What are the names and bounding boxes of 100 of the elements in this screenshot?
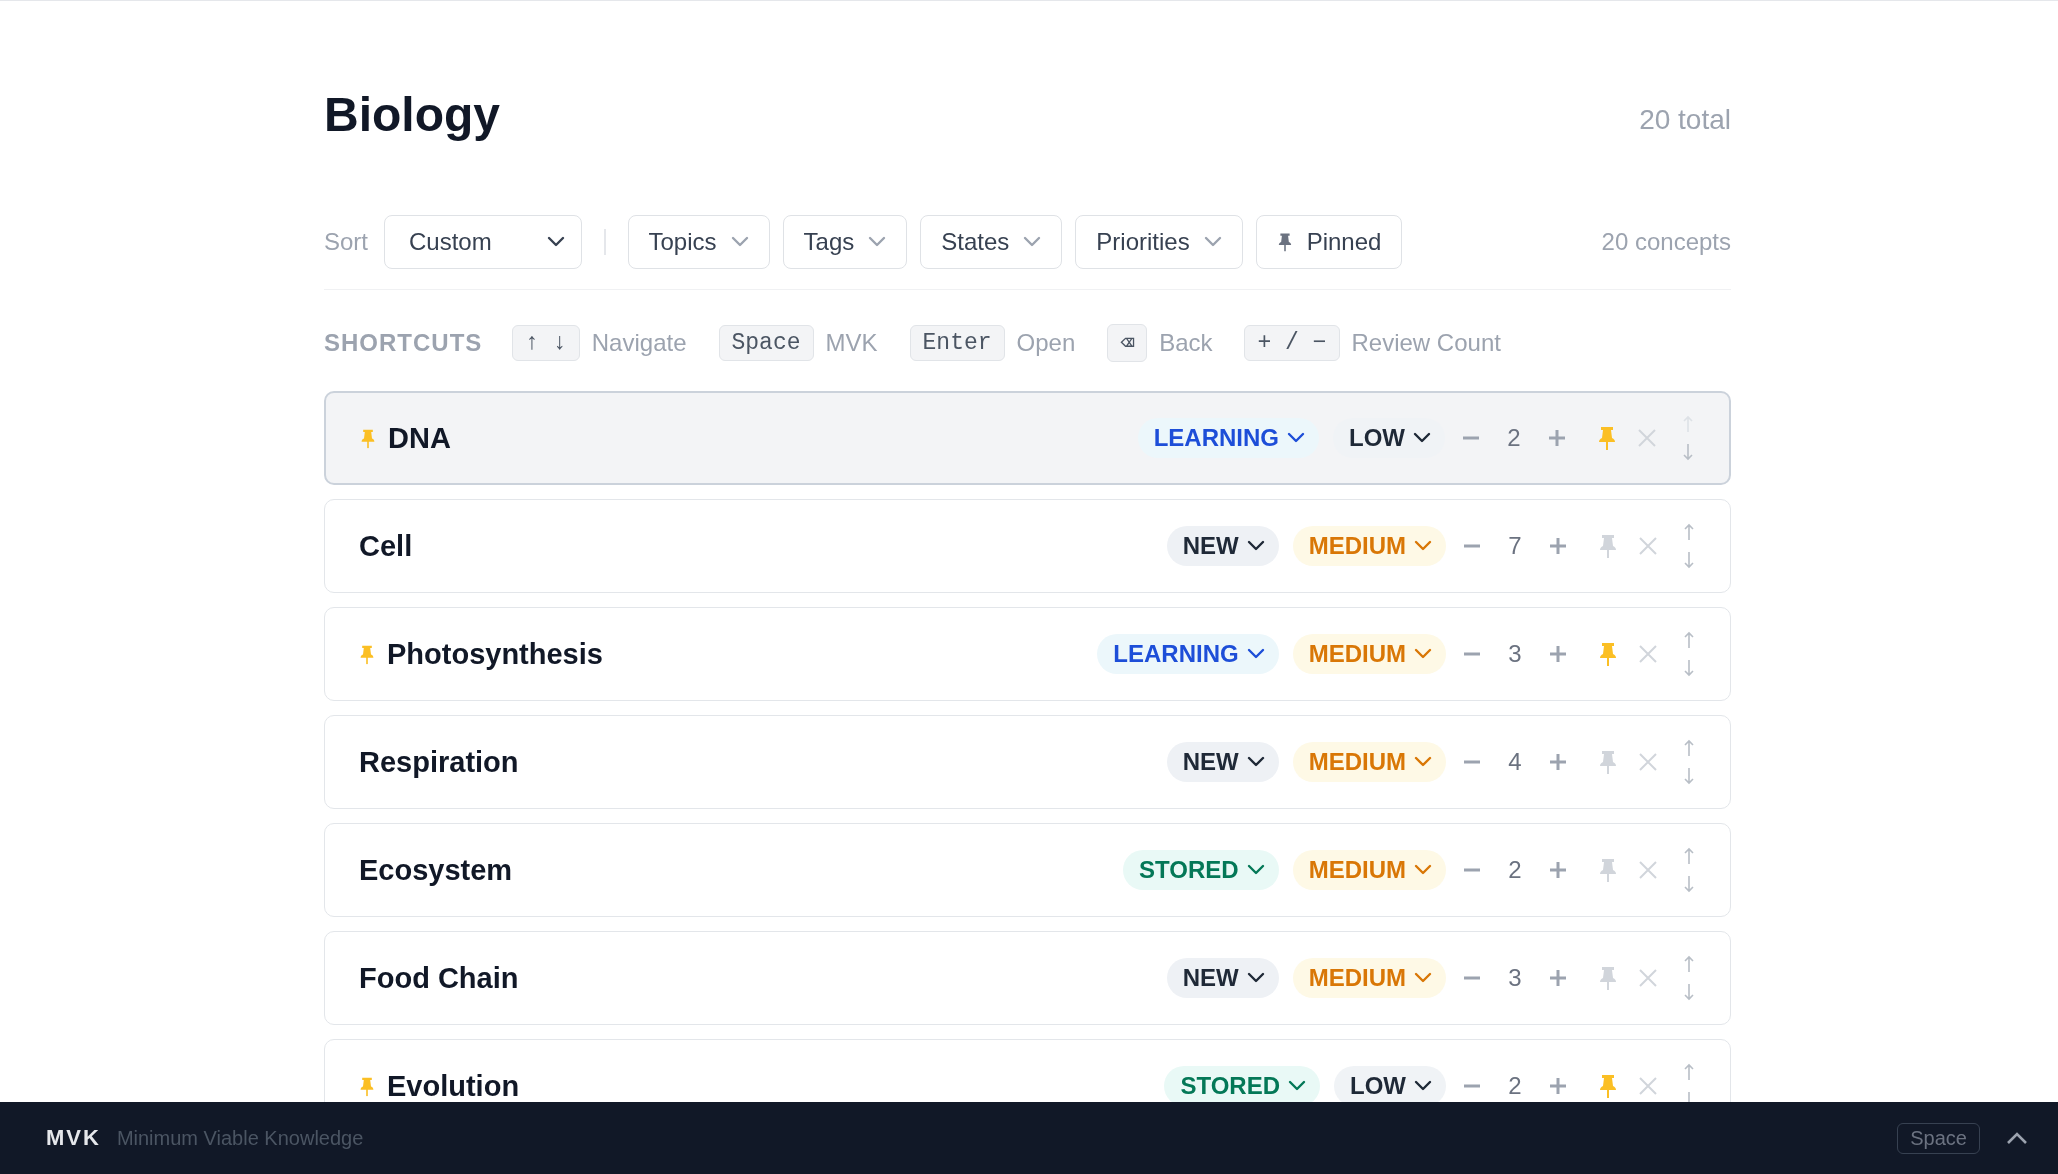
increment-button[interactable] — [1550, 970, 1566, 986]
concept-row[interactable]: Ecosystem STORED MEDIUM 2 — [324, 823, 1731, 917]
key-hint: + / − — [1244, 325, 1340, 361]
shortcut-label: Review Count — [1351, 329, 1501, 357]
concept-row[interactable]: Respiration NEW MEDIUM 4 — [324, 715, 1731, 809]
chevron-icon — [1414, 756, 1432, 768]
chevron-icon — [1288, 1080, 1306, 1092]
state-dropdown[interactable]: NEW — [1166, 526, 1279, 566]
concept-name: Ecosystem — [359, 853, 513, 887]
caret-up-icon — [2006, 1131, 2028, 1145]
chevron-icon — [1023, 236, 1042, 248]
concept-row[interactable]: Cell NEW MEDIUM 7 — [324, 499, 1731, 593]
concept-name: Evolution — [387, 1069, 520, 1102]
pin-button[interactable] — [1598, 641, 1618, 667]
decrement-button[interactable] — [1464, 544, 1480, 548]
chevron-icon — [1246, 864, 1265, 876]
expand-button[interactable] — [2006, 1131, 2028, 1145]
pin-button[interactable] — [1598, 533, 1618, 559]
chevron-icon — [1414, 648, 1432, 660]
pinned-filter-button[interactable]: Pinned — [1255, 215, 1403, 269]
pin-icon — [1598, 965, 1618, 991]
pin-button[interactable] — [1598, 1073, 1618, 1099]
shortcut-label: Navigate — [591, 329, 687, 357]
increment-button[interactable] — [1550, 1078, 1566, 1094]
total-count: 20 total — [1639, 103, 1731, 136]
filter-dropdown[interactable]: Topics — [627, 215, 770, 269]
chevron-icon — [1246, 972, 1265, 984]
filter-dropdown[interactable]: Priorities — [1075, 215, 1243, 269]
decrement-button[interactable] — [1464, 976, 1480, 980]
review-count: 2 — [1507, 856, 1523, 884]
filter-dropdown[interactable]: Tags — [782, 215, 908, 269]
page-title: Biology — [324, 87, 500, 142]
move-down-button[interactable] — [1684, 983, 1694, 1001]
decrement-button[interactable] — [1464, 652, 1480, 656]
move-up-button[interactable] — [1684, 631, 1694, 649]
shortcuts-title: SHORTCUTS — [324, 329, 483, 357]
concept-row[interactable]: Evolution STORED LOW 2 — [324, 1039, 1731, 1102]
sort-dropdown[interactable]: Custom — [384, 215, 582, 269]
close-button[interactable] — [1638, 536, 1658, 556]
state-dropdown[interactable]: NEW — [1166, 958, 1279, 998]
state-dropdown[interactable]: NEW — [1166, 742, 1279, 782]
concept-count: 20 concepts — [1601, 228, 1731, 256]
chevron-icon — [1414, 1080, 1432, 1092]
down-arrow-icon — [1684, 983, 1694, 1001]
close-button[interactable] — [1637, 428, 1657, 448]
key-hint: ⌫ — [1107, 324, 1148, 362]
concept-name: DNA — [388, 421, 451, 455]
pin-icon — [1598, 749, 1618, 775]
increment-button[interactable] — [1550, 754, 1566, 770]
pin-icon — [1598, 1073, 1618, 1099]
decrement-button[interactable] — [1464, 868, 1480, 872]
down-arrow-icon — [1684, 875, 1694, 893]
move-up-button[interactable] — [1684, 955, 1694, 973]
concept-row[interactable]: Photosynthesis LEARNING MEDIUM 3 — [324, 607, 1731, 701]
pin-button[interactable] — [1598, 857, 1618, 883]
pin-button[interactable] — [1597, 425, 1617, 451]
move-up-button[interactable] — [1684, 847, 1694, 865]
key-hint: Enter — [909, 325, 1005, 361]
brand-name: MVK — [46, 1125, 101, 1151]
state-dropdown[interactable]: STORED — [1123, 850, 1279, 890]
increment-button[interactable] — [1550, 538, 1566, 554]
move-down-button[interactable] — [1684, 767, 1694, 785]
move-down-button[interactable] — [1684, 551, 1694, 569]
move-up-button[interactable] — [1684, 523, 1694, 541]
down-arrow-icon — [1684, 551, 1694, 569]
close-button[interactable] — [1638, 644, 1658, 664]
move-down-button[interactable] — [1684, 875, 1694, 893]
move-up-button[interactable] — [1684, 739, 1694, 757]
chevron-icon — [1287, 432, 1305, 444]
concept-row[interactable]: DNA LEARNING LOW 2 — [324, 391, 1731, 485]
pin-button[interactable] — [1598, 965, 1618, 991]
pin-icon — [1597, 425, 1617, 451]
close-button[interactable] — [1638, 1076, 1658, 1096]
decrement-button[interactable] — [1464, 760, 1480, 764]
move-down-button[interactable] — [1683, 443, 1693, 461]
close-button[interactable] — [1638, 860, 1658, 880]
chevron-icon — [1246, 648, 1265, 660]
decrement-button[interactable] — [1463, 436, 1479, 440]
increment-button[interactable] — [1549, 430, 1565, 446]
state-dropdown[interactable]: STORED — [1164, 1066, 1320, 1102]
close-button[interactable] — [1638, 968, 1658, 988]
review-count: 4 — [1507, 748, 1523, 776]
move-down-button[interactable] — [1684, 659, 1694, 677]
move-up-button[interactable] — [1684, 1063, 1694, 1081]
close-button[interactable] — [1638, 752, 1658, 772]
state-dropdown[interactable]: LEARNING — [1097, 634, 1279, 674]
chevron-icon — [1246, 540, 1265, 552]
increment-button[interactable] — [1550, 646, 1566, 662]
concept-row[interactable]: Food Chain NEW MEDIUM 3 — [324, 931, 1731, 1025]
increment-button[interactable] — [1550, 862, 1566, 878]
pin-icon — [1598, 533, 1618, 559]
down-arrow-icon — [1684, 767, 1694, 785]
concept-name: Respiration — [359, 745, 519, 779]
priority-dropdown[interactable]: LOW — [1334, 1066, 1446, 1102]
filter-dropdown[interactable]: States — [920, 215, 1063, 269]
shortcut-label: Back — [1159, 329, 1213, 357]
state-dropdown[interactable]: LEARNING — [1137, 418, 1319, 458]
review-count: 3 — [1507, 640, 1523, 668]
decrement-button[interactable] — [1464, 1084, 1480, 1088]
pin-button[interactable] — [1598, 749, 1618, 775]
